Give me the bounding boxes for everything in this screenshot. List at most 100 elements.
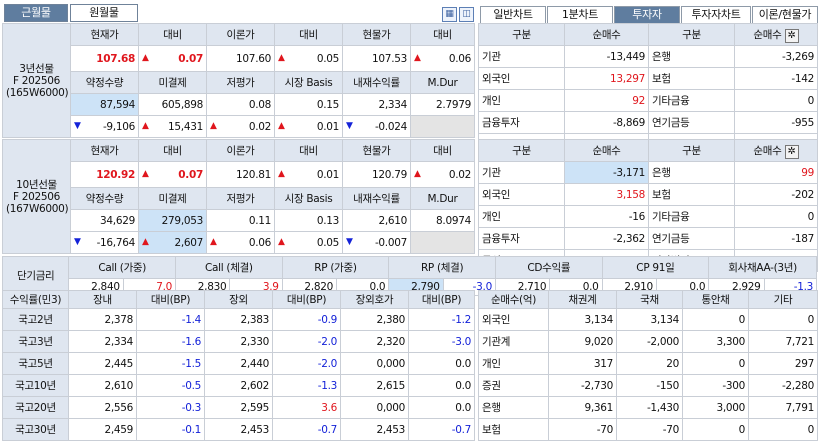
split-icon[interactable]: ◫ xyxy=(459,7,474,22)
gear-icon[interactable]: ✲ xyxy=(784,144,799,159)
net-buy: -3,171 xyxy=(564,161,649,184)
investor-type: 기타금융 xyxy=(648,89,735,112)
tab-far-month[interactable]: 원월물 xyxy=(70,4,138,22)
yield-change: -2.0 xyxy=(272,352,341,375)
change-cell: ▲ 0.07 xyxy=(138,161,207,188)
mdur: 2.7979 xyxy=(410,93,475,116)
col-header: Call (체결) xyxy=(175,256,283,279)
yields-table: 수익률(민3) 장내 대비(BP) 장외 대비(BP) 장외호가 대비(BP) … xyxy=(2,290,475,441)
col-header: 내재수익률 xyxy=(342,187,411,210)
yield-change: -0.9 xyxy=(272,308,341,331)
bond-name: 국고2년 xyxy=(2,308,69,331)
net-buy-value: 7,791 xyxy=(748,396,818,419)
col-header: 약정수량 xyxy=(70,71,139,94)
net-buy-table: 순매수(억) 채권계 국채 통안채 기타 외국인 3,134 3,134 0 0 기관계… xyxy=(478,290,818,441)
col-header: 순매수 xyxy=(564,23,649,46)
net-buy-value: -1,430 xyxy=(616,396,683,419)
current-price: 120.92 xyxy=(70,161,139,188)
col-header: 순매수 xyxy=(564,139,649,162)
col-header: 수익률(민3) xyxy=(2,290,69,309)
yield-value: 2,320 xyxy=(340,330,409,353)
col-header: 순매수 ✲ xyxy=(734,139,818,162)
theory-price: 107.60 xyxy=(206,45,275,72)
col-header: 장외 xyxy=(204,290,273,309)
up-triangle-icon: ▲ xyxy=(278,236,285,247)
empty-cell xyxy=(410,231,475,254)
investor-type: 개인 xyxy=(478,205,565,228)
yield-value: 2,556 xyxy=(68,396,137,419)
investor-type: 금융투자 xyxy=(478,111,565,134)
net-buy-value: 7,721 xyxy=(748,330,818,353)
change-cell: ▲ 0.05 xyxy=(274,45,343,72)
yield-change: 3.6 xyxy=(272,396,341,419)
yield-change: -1.5 xyxy=(136,352,205,375)
col-header: M.Dur xyxy=(410,71,475,94)
change-cell: ▼ -16,764 xyxy=(70,231,139,254)
col-header: M.Dur xyxy=(410,187,475,210)
investor-type: 기타금융 xyxy=(648,205,735,228)
tab-theory-spot[interactable]: 이론/현물가 xyxy=(752,6,818,24)
yield-change: 0.0 xyxy=(408,396,475,419)
spot-price: 107.53 xyxy=(342,45,411,72)
col-header: 대비(BP) xyxy=(408,290,475,309)
col-header: 구분 xyxy=(478,139,565,162)
col-header: 대비 xyxy=(274,139,343,162)
up-triangle-icon: ▲ xyxy=(278,52,285,63)
yield-change: -0.5 xyxy=(136,374,205,397)
up-triangle-icon: ▲ xyxy=(142,236,149,247)
futures-table-3y: 3년선물 F 202506 (165W6000) 현재가 대비 이론가 대비 현… xyxy=(2,23,475,138)
col-header: Call (가중) xyxy=(68,256,177,279)
up-triangle-icon: ▲ xyxy=(278,120,285,131)
market-basis: 0.15 xyxy=(274,93,343,116)
col-header: 이론가 xyxy=(206,23,275,46)
net-buy: -16 xyxy=(564,205,649,228)
open-interest: 279,053 xyxy=(138,209,207,232)
yield-value: 2,445 xyxy=(68,352,137,375)
col-header: RP (체결) xyxy=(388,256,496,279)
gear-icon[interactable]: ✲ xyxy=(784,28,799,43)
tab-investor[interactable]: 투자자 xyxy=(614,6,680,24)
current-price: 107.68 xyxy=(70,45,139,72)
col-header: 현재가 xyxy=(70,23,139,46)
col-header: 대비 xyxy=(274,23,343,46)
col-header: 내재수익률 xyxy=(342,71,411,94)
change-cell: ▲ 0.06 xyxy=(206,231,275,254)
col-header: 대비(BP) xyxy=(272,290,341,309)
yield-value: 0,000 xyxy=(340,396,409,419)
yield-value: 2,602 xyxy=(204,374,273,397)
net-buy-value: 297 xyxy=(748,352,818,375)
yield-value: 2,378 xyxy=(68,308,137,331)
col-header: 통안채 xyxy=(682,290,749,309)
investor-type: 외국인 xyxy=(478,67,565,90)
yield-change: 0.0 xyxy=(408,374,475,397)
col-header: 시장 Basis xyxy=(274,71,343,94)
tab-general-chart[interactable]: 일반차트 xyxy=(480,6,546,24)
col-header: 기타 xyxy=(748,290,818,309)
up-triangle-icon: ▲ xyxy=(142,52,149,63)
col-header: 순매수(억) xyxy=(478,290,549,309)
bond-name: 국고20년 xyxy=(2,396,69,419)
implied-yield: 2,334 xyxy=(342,93,411,116)
yield-value: 2,595 xyxy=(204,396,273,419)
tab-near-month[interactable]: 근월물 xyxy=(4,4,68,22)
grid-icon[interactable]: ▦ xyxy=(442,7,457,22)
yield-value: 2,330 xyxy=(204,330,273,353)
col-header: 미결제 xyxy=(138,187,207,210)
bond-name: 국고3년 xyxy=(2,330,69,353)
yield-change: -0.3 xyxy=(136,396,205,419)
change-cell: ▲ 0.02 xyxy=(206,115,275,138)
tab-1min-chart[interactable]: 1분차트 xyxy=(547,6,613,24)
col-header: 약정수량 xyxy=(70,187,139,210)
net-buy-value: 3,000 xyxy=(682,396,749,419)
col-header: 저평가 xyxy=(206,71,275,94)
net-buy-value: 0 xyxy=(748,308,818,331)
up-triangle-icon: ▲ xyxy=(210,120,217,131)
net-buy: -2,362 xyxy=(564,227,649,250)
net-buy-value: -2,000 xyxy=(616,330,683,353)
yield-value: 2,380 xyxy=(340,308,409,331)
up-triangle-icon: ▲ xyxy=(278,168,285,179)
col-header: 장내 xyxy=(68,290,137,309)
net-buy-value: -2,730 xyxy=(548,374,617,397)
change-cell: ▲ 0.02 xyxy=(410,161,475,188)
tab-investor-chart[interactable]: 투자자차트 xyxy=(681,6,751,24)
